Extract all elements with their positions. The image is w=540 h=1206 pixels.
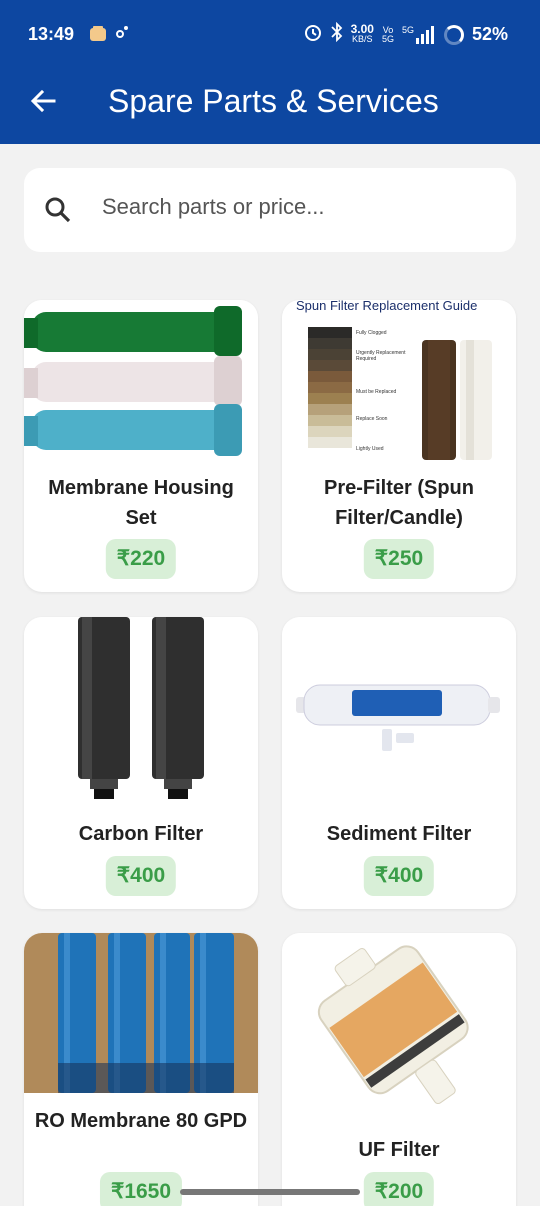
product-card-ro-membrane[interactable]: RO Membrane 80 GPD ₹1650 xyxy=(24,933,258,1206)
product-card-carbon-filter[interactable]: Carbon Filter ₹400 xyxy=(24,617,258,909)
product-price: ₹250 xyxy=(363,539,435,579)
product-image xyxy=(24,300,258,460)
notification-icon xyxy=(88,24,108,49)
product-image xyxy=(24,617,258,807)
product-name: Carbon Filter xyxy=(78,823,204,845)
product-image xyxy=(24,933,258,1093)
product-price: ₹1650 xyxy=(99,1172,183,1206)
product-image xyxy=(282,933,516,1123)
product-price: ₹220 xyxy=(105,539,177,579)
search-placeholder: Search parts or price... xyxy=(102,194,325,219)
battery-percent: 52% xyxy=(471,24,508,44)
product-price: ₹400 xyxy=(363,856,435,896)
search-icon xyxy=(44,196,72,224)
app-bar: Spare Parts & Services xyxy=(0,68,540,144)
status-time: 13:49 xyxy=(28,24,75,44)
battery-icon xyxy=(443,24,464,45)
status-bar: 13:49 3.00 KB/S Vo 5G 5G 52% xyxy=(0,0,540,68)
product-name: Pre-Filter (Spun Filter/Candle) xyxy=(323,477,474,529)
volte-indicator: Vo 5G xyxy=(381,24,394,44)
alarm-icon xyxy=(303,22,323,47)
back-arrow-icon[interactable] xyxy=(28,86,58,116)
product-name: RO Membrane 80 GPD xyxy=(34,1110,248,1132)
product-name: Sediment Filter xyxy=(326,823,472,845)
home-indicator[interactable] xyxy=(180,1189,360,1195)
product-price: ₹200 xyxy=(363,1172,435,1206)
product-image xyxy=(282,617,516,807)
product-price: ₹400 xyxy=(105,856,177,896)
product-image: Spun Filter Replacement Guide Fully Clog… xyxy=(282,300,516,460)
search-input[interactable]: Search parts or price... xyxy=(24,168,516,252)
bluetooth-icon xyxy=(330,21,343,47)
product-card-uf-filter[interactable]: UF Filter ₹200 xyxy=(282,933,516,1206)
settings-notification-icon xyxy=(114,24,130,45)
product-card-membrane-housing[interactable]: Membrane Housing Set ₹220 xyxy=(24,300,258,592)
product-name: UF Filter xyxy=(358,1139,440,1161)
product-card-sediment-filter[interactable]: Sediment Filter ₹400 xyxy=(282,617,516,909)
page-title: Spare Parts & Services xyxy=(108,83,439,119)
product-name: Membrane Housing Set xyxy=(48,477,234,529)
network-speed: 3.00 KB/S xyxy=(350,22,374,44)
signal-icon: 5G xyxy=(402,25,436,44)
product-card-pre-filter[interactable]: Spun Filter Replacement Guide Fully Clog… xyxy=(282,300,516,592)
